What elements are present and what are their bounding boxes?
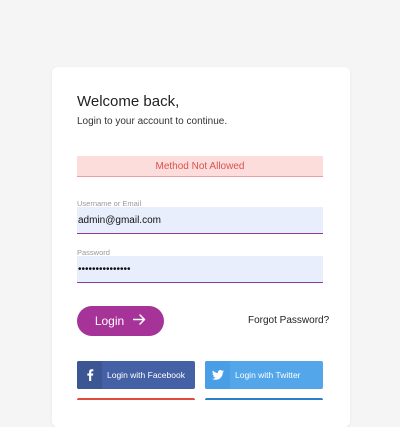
twitter-icon: [205, 361, 230, 389]
twitter-login-label: Login with Twitter: [235, 370, 301, 380]
arrow-right-icon: [132, 314, 146, 328]
facebook-icon: [77, 361, 102, 389]
page-title: Welcome back,: [77, 93, 180, 110]
twitter-login-button[interactable]: Login with Twitter: [205, 361, 323, 389]
page-subtitle: Login to your account to continue.: [77, 116, 228, 127]
login-button-label: Login: [94, 314, 125, 328]
password-input[interactable]: [77, 256, 323, 283]
forgot-password-link[interactable]: Forgot Password?: [248, 315, 329, 326]
login-button[interactable]: Login: [77, 306, 164, 336]
facebook-login-button[interactable]: Login with Facebook: [77, 361, 195, 389]
facebook-login-label: Login with Facebook: [107, 370, 185, 380]
username-input[interactable]: [77, 207, 323, 234]
error-alert: Method Not Allowed: [77, 156, 323, 177]
error-message: Method Not Allowed: [155, 160, 245, 172]
